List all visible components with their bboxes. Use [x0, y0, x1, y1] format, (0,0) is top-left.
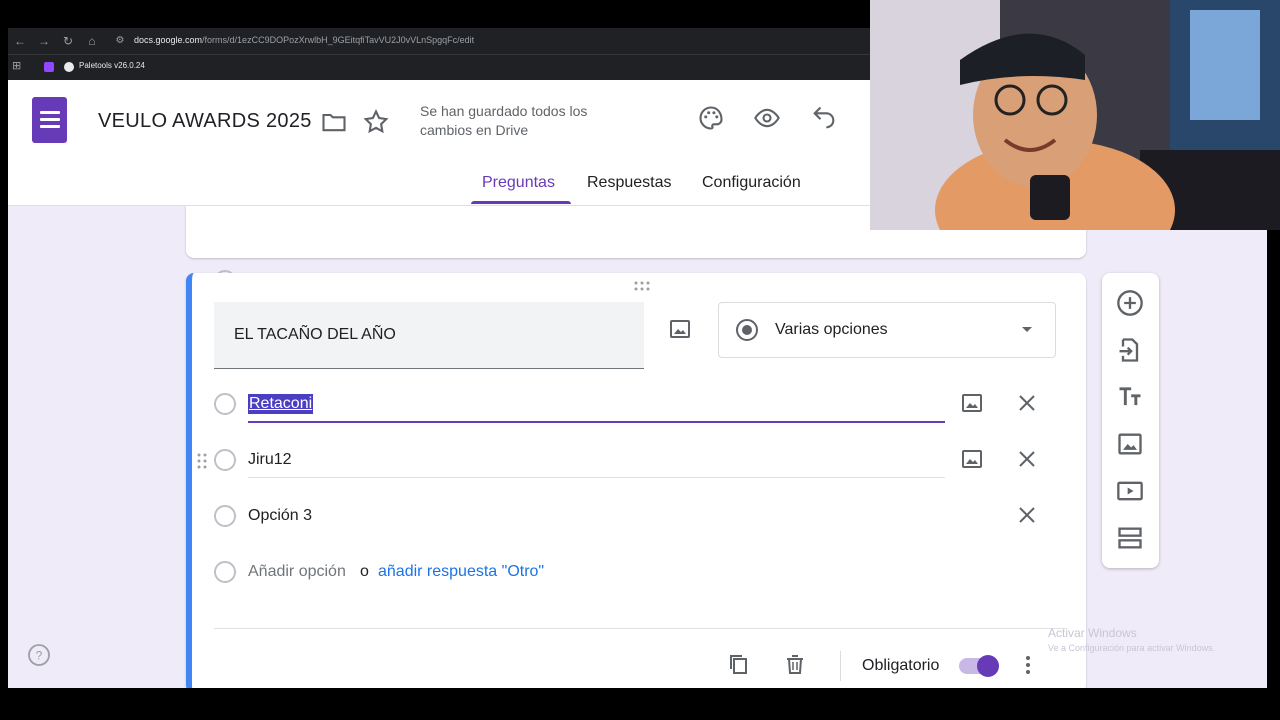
question-type-dropdown[interactable]: Varias opciones [718, 302, 1056, 358]
apps-grid-icon[interactable]: ⊞ [12, 59, 21, 72]
svg-text:?: ? [36, 649, 43, 663]
tab-preguntas[interactable]: Preguntas [482, 174, 555, 192]
google-forms-logo[interactable] [32, 97, 67, 143]
option-label[interactable]: Retaconi [248, 394, 314, 414]
option-underline [248, 477, 945, 478]
question-title: EL TACAÑO DEL AÑO [234, 326, 396, 343]
question-title-field[interactable]: EL TACAÑO DEL AÑO [214, 302, 644, 369]
side-toolbar [1102, 273, 1159, 568]
address-bar[interactable]: docs.google.com/forms/d/1ezCC9DOPozXrwlb… [134, 35, 474, 45]
tab-configuracion[interactable]: Configuración [702, 174, 801, 192]
option-radio[interactable] [214, 505, 236, 527]
palette-icon[interactable] [697, 104, 725, 132]
or-text: o [360, 563, 369, 580]
more-options-icon[interactable] [1022, 653, 1034, 677]
question-card[interactable]: EL TACAÑO DEL AÑO Varias opciones Retaco… [186, 273, 1086, 689]
url-host: docs.google.com [134, 35, 203, 45]
windows-activation-watermark: Activar Windows Ve a Configuración para … [1048, 626, 1215, 653]
home-icon[interactable]: ⌂ [84, 33, 100, 49]
question-type-label: Varias opciones [775, 321, 888, 338]
watermark-subtitle: Ve a Configuración para activar Windows. [1048, 643, 1216, 653]
import-questions-icon[interactable] [1116, 336, 1144, 364]
help-icon[interactable]: ? [27, 643, 51, 667]
duplicate-icon[interactable] [726, 652, 750, 676]
delete-icon[interactable] [783, 652, 807, 676]
option-label[interactable]: Opción 3 [248, 507, 312, 525]
add-question-icon[interactable] [1116, 289, 1144, 317]
add-image-icon[interactable] [1116, 430, 1144, 458]
folder-icon[interactable] [320, 108, 348, 136]
remove-option-icon[interactable] [1018, 394, 1036, 412]
option-underline [248, 421, 945, 423]
reload-icon[interactable]: ↻ [60, 33, 76, 49]
watermark-title: Activar Windows [1048, 626, 1137, 640]
tab-respuestas[interactable]: Respuestas [587, 174, 672, 192]
add-section-icon[interactable] [1116, 524, 1144, 552]
screen: ← → ↻ ⌂ ⚙ docs.google.com/forms/d/1ezCC9… [0, 0, 1280, 720]
remove-option-icon[interactable] [1018, 450, 1036, 468]
bookmark-paletools[interactable]: Paletools v26.0.24 [79, 61, 145, 70]
star-icon[interactable] [362, 108, 390, 136]
remove-option-icon[interactable] [1018, 506, 1036, 524]
webcam-overlay [870, 0, 1280, 230]
required-label: Obligatorio [862, 657, 940, 674]
streamer-camera-feed [870, 0, 1280, 230]
forward-icon[interactable]: → [36, 33, 52, 49]
back-icon[interactable]: ← [12, 33, 28, 49]
twitch-icon [44, 62, 54, 72]
option-label[interactable]: Jiru12 [248, 451, 292, 469]
globe-icon [64, 62, 74, 72]
option-radio[interactable] [214, 393, 236, 415]
option-image-icon[interactable] [960, 391, 984, 415]
dropdown-arrow-icon [1022, 327, 1032, 332]
option-radio [214, 561, 236, 583]
add-title-icon[interactable] [1116, 383, 1144, 411]
active-tab-indicator [471, 201, 571, 204]
drag-handle-icon[interactable] [633, 281, 653, 291]
add-option-link[interactable]: Añadir opción [248, 563, 346, 581]
preview-eye-icon[interactable] [753, 104, 781, 132]
toggle-knob [977, 655, 999, 677]
option-drag-icon[interactable] [196, 452, 208, 470]
form-title[interactable]: VEULO AWARDS 2025 [98, 110, 312, 133]
site-info-icon[interactable]: ⚙ [112, 33, 128, 49]
add-other-link[interactable]: añadir respuesta "Otro" [378, 563, 544, 581]
bookmarks-bar: ⊞ Paletools v26.0.24 [8, 54, 870, 80]
radio-checked-icon [736, 319, 758, 341]
card-divider [214, 628, 1066, 629]
option-image-icon[interactable] [960, 447, 984, 471]
option-radio[interactable] [214, 449, 236, 471]
add-image-icon[interactable] [668, 317, 692, 341]
add-video-icon[interactable] [1116, 477, 1144, 505]
required-toggle[interactable] [959, 655, 999, 677]
save-status: Se han guardado todos los cambios en Dri… [420, 103, 588, 138]
footer-divider [840, 651, 841, 681]
taskbar-area [0, 688, 1280, 720]
url-path: /forms/d/1ezCC9DOPozXrwlbH_9GEitqfiTavVU… [202, 35, 475, 45]
browser-toolbar: ← → ↻ ⌂ ⚙ docs.google.com/forms/d/1ezCC9… [8, 28, 870, 54]
undo-icon[interactable] [810, 104, 838, 132]
